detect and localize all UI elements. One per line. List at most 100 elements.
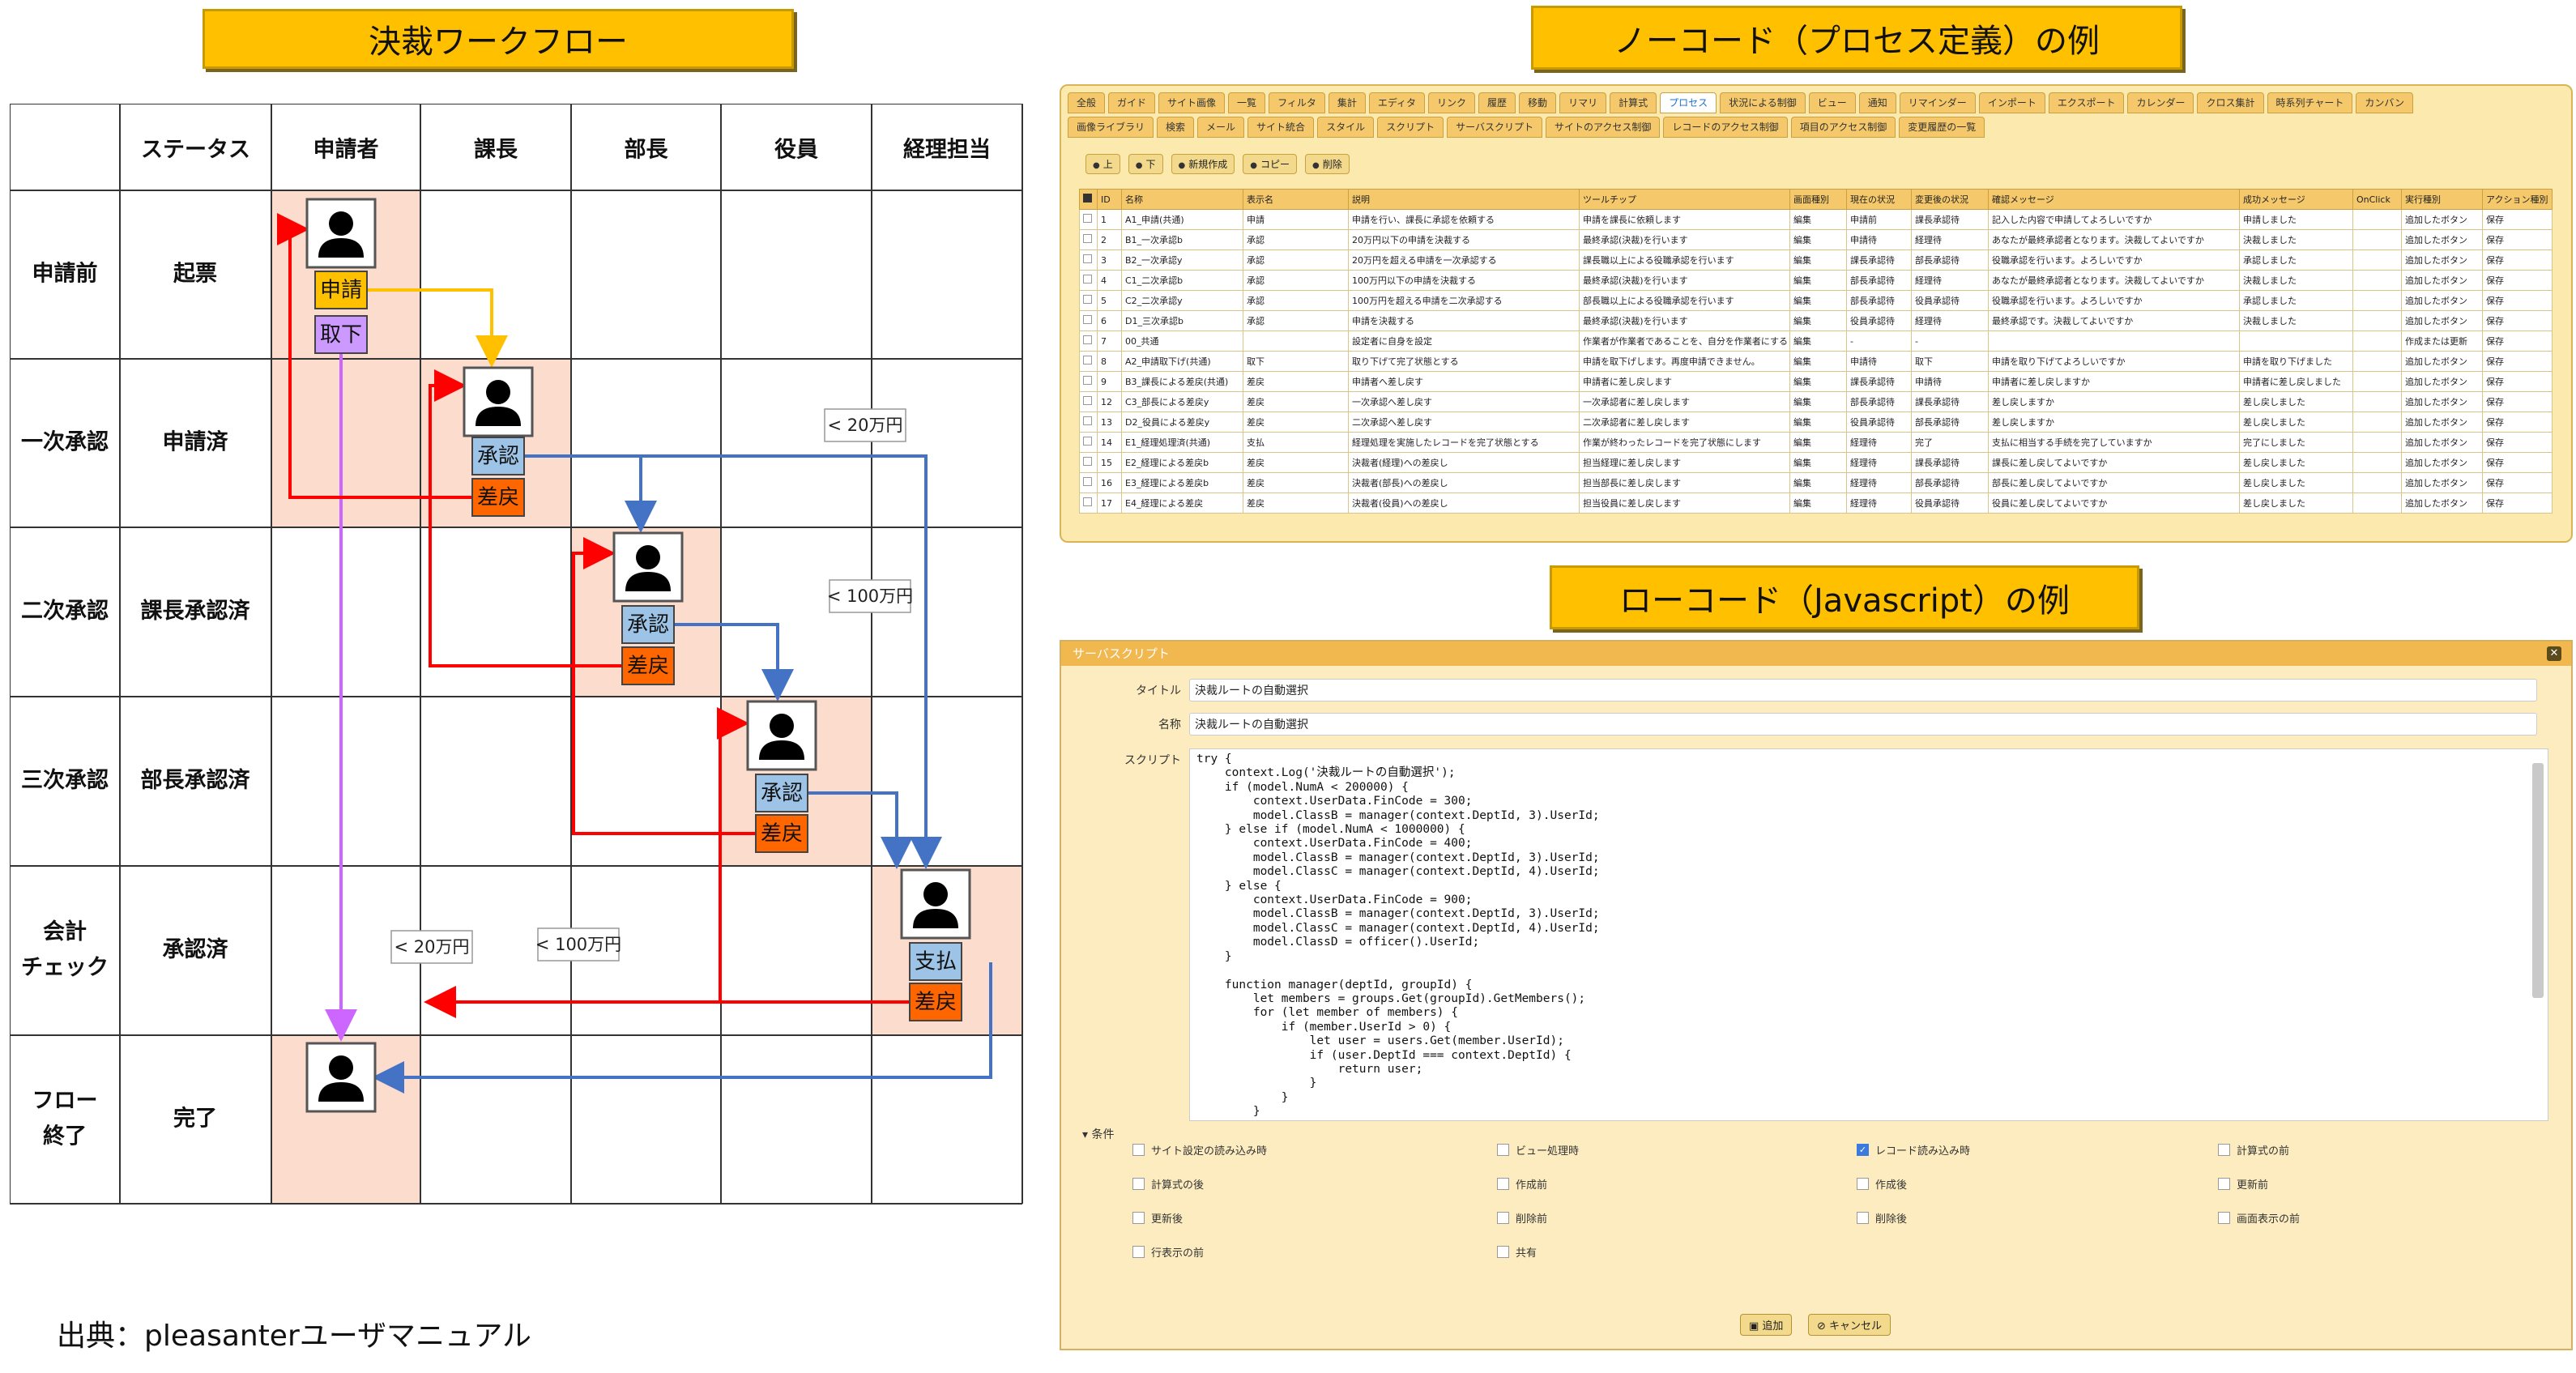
tab-画像ライブラリ[interactable]: 画像ライブラリ [1068,117,1154,138]
condition-checkbox[interactable]: ✓ [1857,1144,1869,1156]
tab-ビュー[interactable]: ビュー [1808,92,1856,113]
tab-エクスポート[interactable]: エクスポート [2048,92,2125,113]
tab-フィルタ[interactable]: フィルタ [1269,92,1325,113]
tab-通知[interactable]: 通知 [1858,92,1896,113]
condition-option[interactable]: 削除後 [1857,1210,1907,1226]
conditions-header[interactable]: ▾ 条件 [1082,1126,1114,1142]
close-icon[interactable]: ✕ [2547,646,2561,661]
toolbar-button-削除[interactable]: 削除 [1305,154,1350,174]
condition-checkbox[interactable] [1497,1212,1509,1224]
condition-option[interactable]: ✓ レコード読み込み時 [1857,1142,1970,1158]
tab-変更履歴の一覧[interactable]: 変更履歴の一覧 [1899,117,1985,138]
tab-移動[interactable]: 移動 [1519,92,1557,113]
condition-option[interactable]: ビュー処理時 [1497,1142,1579,1158]
tab-集計[interactable]: 集計 [1328,92,1366,113]
row-checkbox[interactable] [1079,452,1098,473]
table-row[interactable]: 14 E1_経理処理済(共通) 支払 経理処理を実施したレコードを完了状態とする 作業が… [1079,432,2553,453]
select-all-checkbox[interactable] [1079,189,1098,210]
table-row[interactable]: 12 C3_部長による差戻y 差戻 一次承認へ差し戻す 一次承認者に差し戻します 編集 部長… [1079,391,2553,412]
name-input[interactable]: 決裁ルートの自動選択 [1189,713,2537,736]
table-row[interactable]: 3 B2_一次承認y 承認 20万円を超える申請を一次承認する 課長職以上による役職承認… [1079,249,2553,271]
row-checkbox[interactable] [1079,330,1098,352]
row-checkbox[interactable] [1079,391,1098,412]
add-button[interactable]: ▣ 追加 [1740,1314,1793,1336]
sendback-button[interactable]: 差戻 [909,983,962,1021]
tab-スタイル[interactable]: スタイル [1317,117,1375,138]
table-row[interactable]: 7 00_共通 設定者に自身を設定 作業者が作業者であることを、自分を作業者にする 編集… [1079,330,2553,352]
tab-全般[interactable]: 全般 [1068,92,1106,113]
condition-option[interactable]: 画面表示の前 [2218,1210,2300,1226]
row-checkbox[interactable] [1079,492,1098,514]
cancel-button[interactable]: ⊘ キャンセル [1808,1314,1891,1336]
tab-カンバン[interactable]: カンバン [2356,92,2413,113]
table-row[interactable]: 2 B1_一次承認b 承認 20万円以下の申請を決裁する 最終承認(決裁)を行います 編集… [1079,229,2553,250]
tab-リマインダー[interactable]: リマインダー [1899,92,1976,113]
tab-リマリ[interactable]: リマリ [1559,92,1607,113]
tab-メール[interactable]: メール [1197,117,1245,138]
tab-履歴[interactable]: 履歴 [1478,92,1516,113]
condition-option[interactable]: 計算式の前 [2218,1142,2289,1158]
tab-計算式[interactable]: 計算式 [1610,92,1657,113]
table-row[interactable]: 5 C2_二次承認y 承認 100万円を超える申請を二次承認する 部長職以上による役職承… [1079,290,2553,311]
row-checkbox[interactable] [1079,270,1098,291]
tab-プロセス[interactable]: プロセス [1660,92,1717,113]
table-row[interactable]: 15 E2_経理による差戻b 差戻 決裁者(経理)への差戻し 担当経理に差し戻します 編集… [1079,452,2553,473]
row-checkbox[interactable] [1079,209,1098,230]
table-row[interactable]: 8 A2_申請取下げ(共通) 取下 取り下げて完了状態とする 申請を取下げします。再度申… [1079,351,2553,372]
row-checkbox[interactable] [1079,411,1098,433]
table-row[interactable]: 6 D1_三次承認b 承認 申請を決裁する 最終承認(決裁)を行います 編集 役員承認待 経理… [1079,310,2553,331]
condition-option[interactable]: 行表示の前 [1132,1244,1204,1260]
tab-サイト画像[interactable]: サイト画像 [1158,92,1226,113]
tab-スクリプト[interactable]: スクリプト [1377,117,1444,138]
approve-button[interactable]: 承認 [621,605,675,644]
condition-checkbox[interactable] [2218,1178,2230,1190]
withdraw-button[interactable]: 取下 [314,315,368,354]
row-checkbox[interactable] [1079,229,1098,250]
tab-カレンダー[interactable]: カレンダー [2127,92,2194,113]
script-editor[interactable]: try { context.Log('決裁ルートの自動選択'); if (mod… [1189,748,2548,1121]
tab-ガイド[interactable]: ガイド [1108,92,1156,113]
script-scrollbar[interactable] [2532,763,2544,998]
condition-checkbox[interactable] [1497,1144,1509,1156]
condition-checkbox[interactable] [1497,1246,1509,1258]
table-row[interactable]: 17 E4_経理による差戻 差戻 決裁者(役員)への差戻し 担当役員に差し戻します 編集経… [1079,492,2553,514]
approve-button[interactable]: 承認 [755,774,808,812]
sendback-button[interactable]: 差戻 [755,814,808,853]
toolbar-button-上[interactable]: 上 [1085,154,1120,174]
condition-checkbox[interactable] [2218,1212,2230,1224]
tab-状況による制御[interactable]: 状況による制御 [1720,92,1806,113]
tab-項目のアクセス制御[interactable]: 項目のアクセス制御 [1790,117,1896,138]
table-row[interactable]: 9 B3_課長による差戻(共通) 差戻 申請者へ差し戻す 申請者に差し戻します 編集 課長承… [1079,371,2553,392]
table-row[interactable]: 4 C1_二次承認b 承認 100万円以下の申請を決裁する 最終承認(決裁)を行います編… [1079,270,2553,291]
tab-クロス集計[interactable]: クロス集計 [2197,92,2264,113]
condition-checkbox[interactable] [1132,1178,1145,1190]
condition-option[interactable]: 削除前 [1497,1210,1547,1226]
condition-checkbox[interactable] [1132,1246,1145,1258]
condition-checkbox[interactable] [1857,1178,1869,1190]
tab-インポート[interactable]: インポート [1978,92,2045,113]
condition-option[interactable]: 更新前 [2218,1176,2268,1192]
row-checkbox[interactable] [1079,371,1098,392]
condition-option[interactable]: サイト設定の読み込み時 [1132,1142,1267,1158]
tab-一覧[interactable]: 一覧 [1228,92,1266,113]
condition-checkbox[interactable] [1132,1144,1145,1156]
title-input[interactable]: 決裁ルートの自動選択 [1189,679,2537,701]
condition-checkbox[interactable] [1497,1178,1509,1190]
sendback-button[interactable]: 差戻 [471,478,525,517]
condition-checkbox[interactable] [1132,1212,1145,1224]
row-checkbox[interactable] [1079,351,1098,372]
approve-button[interactable]: 承認 [471,437,525,475]
row-checkbox[interactable] [1079,432,1098,453]
table-row[interactable]: 13 D2_役員による差戻y 差戻 二次承認へ差し戻す 二次承認者に差し戻します 編集 役員… [1079,411,2553,433]
tab-リンク[interactable]: リンク [1428,92,1476,113]
tab-サーバスクリプト[interactable]: サーバスクリプト [1447,117,1542,138]
condition-option[interactable]: 更新後 [1132,1210,1183,1226]
toolbar-button-下[interactable]: 下 [1128,154,1163,174]
tab-レコードのアクセス制御[interactable]: レコードのアクセス制御 [1663,117,1788,138]
tab-時系列チャート[interactable]: 時系列チャート [2267,92,2353,113]
condition-checkbox[interactable] [1857,1212,1869,1224]
table-row[interactable]: 1 A1_申請(共通) 申請 申請を行い、課長に承認を依頼する 申請を課長に依頼します編… [1079,209,2553,230]
condition-option[interactable]: 共有 [1497,1244,1537,1260]
pay-button[interactable]: 支払 [909,942,962,981]
tab-エディタ[interactable]: エディタ [1368,92,1426,113]
